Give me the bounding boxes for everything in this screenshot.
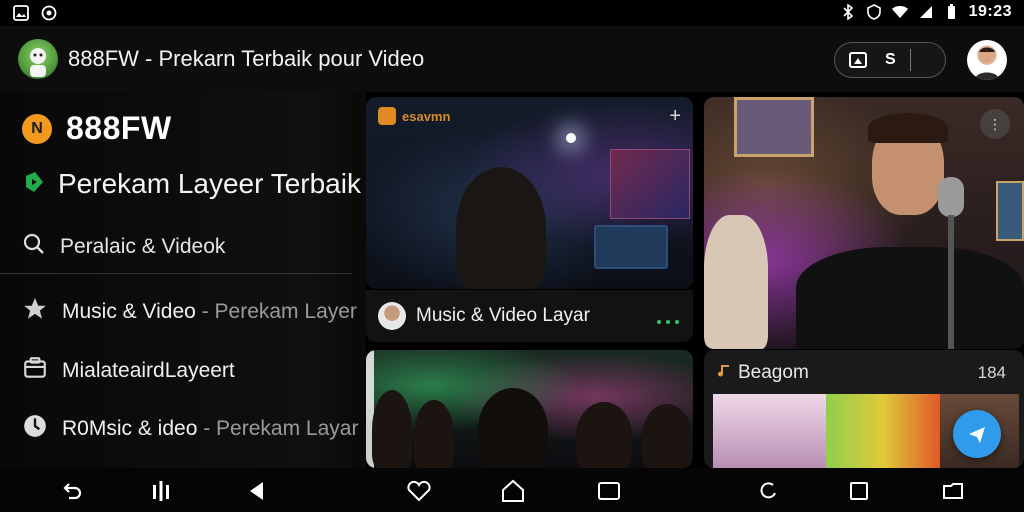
app-bar: 888FW - Prekarn Terbaik pour Video S xyxy=(0,26,1024,92)
folder-icon xyxy=(22,355,48,386)
app-logo[interactable] xyxy=(18,39,58,79)
neon-panel xyxy=(610,149,690,219)
user-avatar[interactable] xyxy=(967,40,1007,80)
creator-avatar xyxy=(378,302,406,330)
video-card-singer[interactable]: ⋮ xyxy=(704,97,1024,349)
heart-icon[interactable] xyxy=(406,478,432,504)
sidebar-search[interactable]: Peralaic & Videok xyxy=(22,232,225,261)
bluetooth-icon xyxy=(839,3,857,21)
crowd-silhouette xyxy=(576,402,632,468)
whatsapp-icon xyxy=(40,4,58,22)
sidebar-divider xyxy=(0,273,352,274)
crowd-silhouette xyxy=(414,400,454,468)
crowd-silhouette xyxy=(478,388,548,468)
caption-title: Music & Video Layar xyxy=(416,305,590,326)
more-dots-icon[interactable] xyxy=(657,320,679,324)
folder-nav-icon[interactable] xyxy=(940,478,966,504)
video-card-caption[interactable]: Music & Video Layar xyxy=(366,290,693,342)
wall-frame xyxy=(734,97,814,157)
brand-badge-icon: N xyxy=(22,113,52,144)
s-button[interactable]: S xyxy=(885,51,896,69)
status-bar: 19:23 xyxy=(0,0,1024,26)
video-card-concert[interactable] xyxy=(366,350,693,468)
image-icon xyxy=(12,4,30,22)
sidebar-item-label: MialateairdLayeert xyxy=(62,358,235,382)
clock-icon xyxy=(22,413,48,444)
studio-monitor xyxy=(594,225,668,269)
rotate-icon[interactable] xyxy=(756,478,782,504)
card-badge: esavmn xyxy=(378,107,450,125)
playlist-title: Beagom xyxy=(738,362,809,383)
music-note-icon xyxy=(716,362,732,384)
thumbnail[interactable] xyxy=(713,394,827,468)
singer-body xyxy=(796,247,1024,349)
nfc-icon xyxy=(865,3,883,21)
sidebar-item-sublabel: - Perekam Layar xyxy=(197,416,359,440)
sidebar-item-layer[interactable]: MialateairdLayeert xyxy=(22,355,235,386)
recents-bars-icon[interactable] xyxy=(148,478,174,504)
sidebar-item-recent[interactable]: R0Msic & ideo - Perekam Layar xyxy=(22,413,358,444)
share-fab-button[interactable] xyxy=(953,410,1001,458)
signal-icon xyxy=(917,3,935,21)
cast-button[interactable] xyxy=(849,51,867,69)
sidebar-item-sublabel: - Perekam Layer xyxy=(195,299,357,323)
microphone-icon xyxy=(938,177,964,217)
search-icon xyxy=(22,232,46,261)
sidebar-item-label: R0Msic & ideo xyxy=(62,416,198,440)
send-icon xyxy=(969,427,985,443)
star-icon xyxy=(22,296,48,327)
crowd-silhouette xyxy=(642,404,692,468)
playlist-header: Beagom xyxy=(716,362,809,384)
navigation-bar xyxy=(0,468,1024,512)
singer-hair xyxy=(868,113,948,143)
wifi-icon xyxy=(891,3,909,21)
sidebar-menu: N 888FW Perekam Layeer Terbaik our Music… xyxy=(0,92,595,468)
card-badge-label: esavmn xyxy=(402,108,451,124)
sidebar-brand-label: 888FW xyxy=(66,110,172,146)
cast-icon xyxy=(849,52,867,68)
crowd-silhouette xyxy=(372,390,412,468)
app-badge-icon xyxy=(378,107,396,125)
undo-icon[interactable] xyxy=(60,478,86,504)
more-options-icon[interactable]: ⋮ xyxy=(980,109,1010,139)
overview-icon[interactable] xyxy=(596,478,622,504)
sidebar-item-music-video[interactable]: Music & Video - Perekam Layer xyxy=(22,296,357,327)
search-label: Peralaic & Videok xyxy=(60,234,226,258)
background-person xyxy=(704,215,768,349)
video-card-studio[interactable]: esavmn + xyxy=(366,97,693,289)
pill-divider xyxy=(909,49,912,71)
add-icon[interactable]: + xyxy=(669,105,681,128)
sidebar-item-label: Music & Video xyxy=(62,299,196,323)
thumbnail[interactable] xyxy=(826,394,940,468)
status-time: 19:23 xyxy=(968,3,1012,20)
playlist-count: 184 xyxy=(977,363,1006,382)
battery-icon xyxy=(943,3,961,21)
performer-silhouette xyxy=(456,167,546,289)
app-title: 888FW - Prekarn Terbaik pour Video xyxy=(68,46,425,71)
stage-light xyxy=(566,133,576,143)
home-icon[interactable] xyxy=(500,478,526,504)
side-frame xyxy=(996,181,1024,241)
play-icon xyxy=(22,170,46,199)
back-icon[interactable] xyxy=(244,478,270,504)
sidebar-brand[interactable]: N 888FW xyxy=(22,110,172,147)
square-icon[interactable] xyxy=(846,478,872,504)
mic-stand xyxy=(948,215,954,349)
app-bar-actions: S xyxy=(834,42,946,78)
